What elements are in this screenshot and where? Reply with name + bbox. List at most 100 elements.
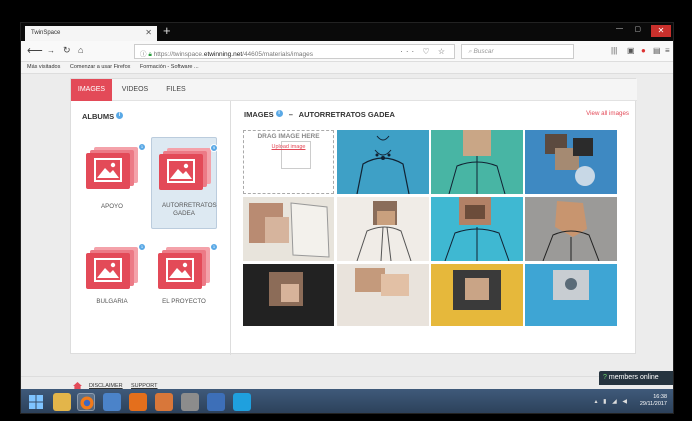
close-tab-icon[interactable]: ✕ — [145, 28, 152, 37]
maximize-icon[interactable]: ▢ — [634, 25, 641, 33]
skype-icon[interactable] — [233, 393, 251, 411]
bookmark-formacion[interactable]: Formación - Software ... — [140, 64, 199, 70]
sidebar-icon[interactable]: ▤ — [653, 46, 661, 55]
collage-portrait-image — [355, 268, 409, 296]
image-thumbnail[interactable] — [525, 197, 617, 261]
bookmark-most-visited[interactable]: Más visitados — [27, 64, 60, 70]
members-online-widget[interactable]: ? members online — [599, 371, 673, 385]
tab-bar: TwinSpace ✕ + — ▢ ✕ — [21, 23, 673, 41]
file-explorer-icon[interactable] — [53, 393, 71, 411]
home-icon[interactable]: ⌂ — [78, 45, 83, 55]
album-label: APOYO — [100, 203, 123, 210]
tab-videos[interactable]: VIDEOS — [114, 79, 156, 101]
word-icon[interactable] — [103, 393, 121, 411]
new-tab-icon[interactable]: + — [163, 24, 171, 38]
firefox-taskbar-icon[interactable] — [77, 393, 95, 411]
paint-icon[interactable] — [155, 393, 173, 411]
images-title: IMAGES — [244, 110, 274, 119]
clock-date: 29/11/2017 — [639, 401, 667, 407]
images-heading: IMAGES i – AUTORRETRATOS GADEA — [244, 110, 395, 119]
image-thumbnail[interactable] — [525, 264, 617, 326]
tab-title: TwinSpace — [31, 30, 61, 36]
image-thumbnail[interactable] — [337, 130, 429, 194]
windows-start-icon[interactable] — [27, 393, 45, 411]
url-path: /44605/materials/images — [242, 51, 313, 58]
star-icon[interactable]: ☆ — [438, 47, 448, 56]
collage-portrait-image — [553, 270, 589, 300]
albums-panel: ALBUMS i 1 APOYO 9 AUTORRETRATOS GADEA 1… — [71, 101, 231, 355]
collage-portrait-image — [269, 272, 303, 306]
vpn-icon[interactable] — [207, 393, 225, 411]
url-bar[interactable]: ⓘ 🔒︎ https://twinspace.etwinning.net/446… — [134, 44, 455, 59]
clock-time: 16:38 — [653, 394, 667, 400]
image-thumbnail[interactable] — [337, 197, 429, 261]
reader-icon[interactable]: ▣ — [627, 46, 635, 55]
browser-tab[interactable]: TwinSpace ✕ — [25, 26, 157, 41]
drop-heading: DRAG IMAGE HERE — [257, 133, 320, 140]
chat-icon: ? — [603, 374, 607, 381]
image-thumbnail[interactable] — [525, 130, 617, 194]
album-icon — [159, 148, 211, 190]
url-domain: etwinning.net — [203, 51, 243, 58]
portrait-drawing-image — [356, 135, 410, 194]
clock[interactable]: 16:38 29/11/2017 — [640, 394, 667, 408]
bookmark-get-started[interactable]: Comenzar a usar Firefox — [70, 64, 131, 70]
library-icon[interactable]: ||| — [611, 46, 617, 55]
forward-icon[interactable]: → — [47, 46, 55, 55]
search-input[interactable]: ⌕ Buscar — [461, 44, 574, 59]
url-actions: ··· ♡ ☆ — [400, 47, 448, 56]
image-thumbnail[interactable] — [243, 264, 334, 326]
info-icon[interactable]: i — [116, 112, 124, 119]
back-icon[interactable]: ⟵ — [27, 44, 43, 57]
album-icon — [86, 247, 138, 289]
album-el-proyecto[interactable]: 1 EL PROYECTO — [151, 229, 218, 321]
material-tabs: IMAGES VIDEOS FILES — [71, 79, 637, 101]
adblock-icon[interactable]: ● — [641, 46, 646, 55]
collage-portrait-image — [453, 270, 501, 310]
album-icon — [86, 147, 138, 189]
more-icon[interactable]: ··· — [400, 47, 417, 56]
image-thumbnail[interactable] — [431, 264, 523, 326]
windows-taskbar: ▴ ▮ ◢ ◀ 16:38 29/11/2017 — [21, 389, 673, 413]
album-label: EL PROYECTO — [162, 298, 206, 305]
albums-title: ALBUMS — [82, 112, 115, 121]
image-thumbnail[interactable] — [337, 264, 429, 326]
browser-window: TwinSpace ✕ + — ▢ ✕ ⟵ → ↻ ⌂ ⓘ 🔒︎ https:/… — [20, 22, 674, 414]
albums-heading: ALBUMS i — [82, 112, 124, 121]
minimize-icon[interactable]: — — [616, 25, 623, 32]
info-icon[interactable]: i — [275, 110, 283, 117]
close-window-icon[interactable]: ✕ — [651, 25, 671, 37]
album-apoyo[interactable]: 1 APOYO — [79, 139, 146, 231]
collage-portrait-image — [525, 197, 617, 261]
album-badge: 1 — [210, 243, 218, 251]
app-icon[interactable] — [129, 393, 147, 411]
images-panel: IMAGES i – AUTORRETRATOS GADEA View all i… — [232, 101, 637, 355]
reload-icon[interactable]: ↻ — [63, 45, 71, 56]
tab-images[interactable]: IMAGES — [71, 79, 112, 101]
view-all-images-link[interactable]: View all images — [586, 110, 629, 117]
portrait-drawing-image — [356, 201, 412, 261]
upload-image-link[interactable]: Upload image — [244, 144, 333, 150]
image-grid: DRAG IMAGE HERE Upload image — [243, 130, 617, 326]
album-bulgaria[interactable]: 1 BULGARIA — [79, 229, 146, 321]
system-tray-icons[interactable]: ▴ ▮ ◢ ◀ — [594, 398, 629, 405]
album-badge: 1 — [138, 243, 146, 251]
image-thumbnail[interactable] — [243, 197, 334, 261]
image-thumbnail[interactable] — [431, 197, 523, 261]
upload-dropzone[interactable]: DRAG IMAGE HERE Upload image — [243, 130, 334, 194]
bookmarks-bar: Más visitados Comenzar a usar Firefox Fo… — [21, 62, 673, 74]
menu-icon[interactable]: ≡ — [665, 46, 670, 55]
search-placeholder: Buscar — [473, 48, 494, 55]
page-content: IMAGES VIDEOS FILES ALBUMS i 1 APOYO 9 A… — [21, 75, 673, 376]
pocket-icon[interactable]: ♡ — [422, 47, 432, 56]
tab-files[interactable]: FILES — [157, 79, 195, 101]
lock-icon: 🔒︎ — [148, 51, 152, 58]
navigation-bar: ⟵ → ↻ ⌂ ⓘ 🔒︎ https://twinspace.etwinning… — [21, 41, 673, 62]
image-thumbnail[interactable] — [431, 130, 523, 194]
tool-icon[interactable] — [181, 393, 199, 411]
info-circle-icon[interactable]: ⓘ — [140, 51, 147, 58]
album-autorretratos-gadea[interactable]: 9 AUTORRETRATOS GADEA — [151, 137, 218, 229]
collage-portrait-image — [545, 134, 595, 186]
album-label: BULGARIA — [96, 298, 128, 305]
search-icon: ⌕ — [468, 48, 472, 55]
